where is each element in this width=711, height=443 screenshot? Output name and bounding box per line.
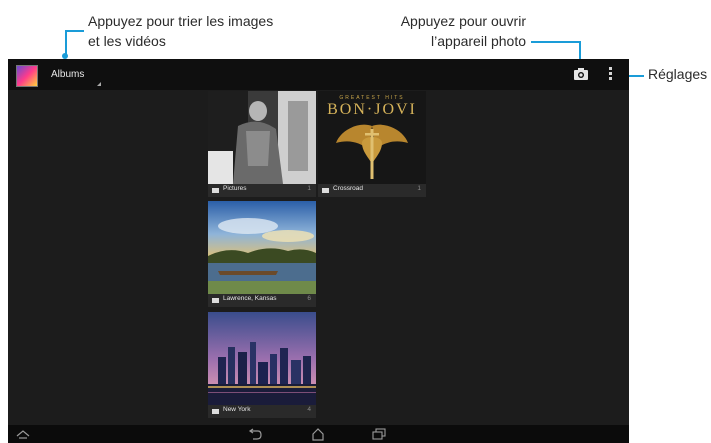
sort-annotation: Appuyez pour trier les images et les vid… [88, 11, 273, 51]
sort-annotation-line2: et les vidéos [88, 33, 166, 49]
album-caption: New York 4 [208, 405, 316, 418]
folder-icon [212, 298, 219, 303]
camera-icon[interactable] [574, 68, 588, 80]
album-thumbnail [208, 201, 316, 294]
album-thumbnail [208, 312, 316, 405]
settings-annotation: Réglages [648, 66, 708, 82]
sort-annotation-line1: Appuyez pour trier les images [88, 13, 274, 29]
back-icon[interactable] [248, 428, 262, 440]
album-caption: Crossroad 1 [318, 184, 426, 197]
album-thumbnail: GREATEST HITS BON·JOVI [318, 91, 426, 184]
camera-annotation: Appuyez pour ouvrir l’appareil photo [380, 11, 526, 51]
album-count: 4 [307, 406, 311, 413]
gallery-app-icon[interactable] [16, 65, 38, 87]
album-tile-pictures[interactable]: Pictures 1 [208, 91, 316, 197]
camera-annotation-line2: l’appareil photo [431, 33, 526, 49]
album-count: 1 [417, 185, 421, 192]
gallery-screen: Albums Pictures 1 GREATEST HITS BON·JOVI… [8, 59, 629, 443]
album-name: New York [223, 406, 251, 413]
sort-callout-line [65, 30, 84, 32]
recent-apps-icon[interactable] [372, 428, 386, 440]
album-tile-new-york[interactable]: New York 4 [208, 312, 316, 418]
overflow-menu-icon[interactable] [609, 67, 613, 81]
sort-callout-line [65, 30, 67, 54]
folder-icon [212, 409, 219, 414]
folder-icon [322, 188, 329, 193]
action-bar: Albums [8, 59, 629, 90]
camera-callout-line [531, 41, 581, 43]
camera-annotation-line1: Appuyez pour ouvrir [400, 13, 526, 29]
album-caption: Pictures 1 [208, 184, 316, 197]
camera-callout-line [579, 41, 581, 61]
album-tile-crossroad[interactable]: GREATEST HITS BON·JOVI Crossroad 1 [318, 91, 426, 197]
dropdown-indicator-icon [97, 82, 101, 86]
system-nav-bar [8, 425, 629, 443]
home-icon[interactable] [16, 429, 30, 439]
album-name: Lawrence, Kansas [223, 295, 277, 302]
album-thumbnail [208, 91, 316, 184]
album-caption: Lawrence, Kansas 6 [208, 294, 316, 307]
home-button-icon[interactable] [311, 427, 325, 441]
album-count: 6 [307, 295, 311, 302]
album-tile-lawrence-kansas[interactable]: Lawrence, Kansas 6 [208, 201, 316, 307]
albums-dropdown[interactable]: Albums [51, 69, 84, 80]
album-name: Pictures [223, 185, 247, 192]
album-name: Crossroad [333, 185, 363, 192]
album-count: 1 [307, 185, 311, 192]
folder-icon [212, 188, 219, 193]
